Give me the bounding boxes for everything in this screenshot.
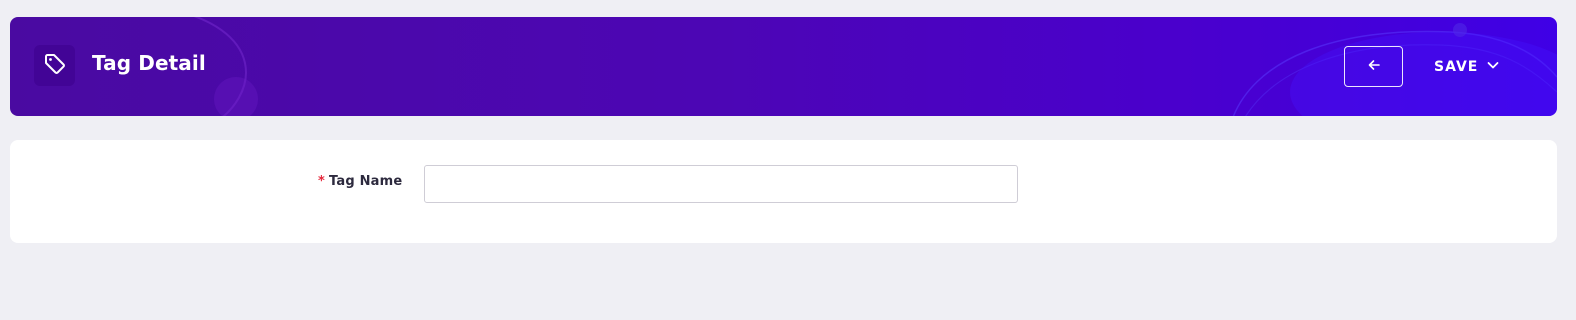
tag-name-label: * Tag Name: [318, 173, 402, 191]
tag-form-card: * Tag Name: [10, 140, 1557, 243]
page-header: Tag Detail SAVE: [10, 17, 1557, 116]
tag-icon: [43, 52, 67, 80]
required-marker: *: [318, 174, 325, 189]
header-decoration: [193, 17, 1557, 116]
title-icon-container: [34, 45, 75, 86]
tag-name-input[interactable]: [424, 165, 1018, 203]
save-label: SAVE: [1434, 58, 1479, 75]
tag-name-label-text: Tag Name: [329, 174, 403, 189]
page-title: Tag Detail: [92, 51, 206, 75]
back-button[interactable]: [1344, 46, 1403, 87]
save-button[interactable]: SAVE: [1424, 46, 1510, 87]
chevron-down-icon: [1486, 58, 1500, 76]
arrow-left-icon: [1367, 58, 1381, 75]
